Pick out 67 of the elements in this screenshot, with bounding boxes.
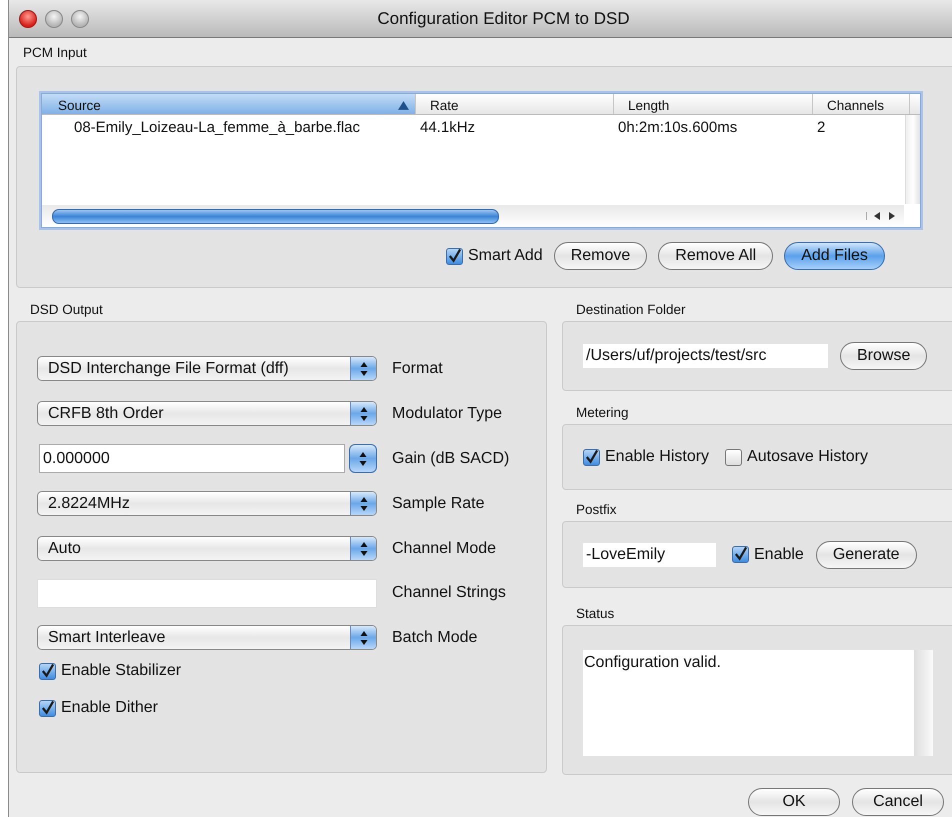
popup-menu[interactable]: 2.8224MHz: [37, 491, 377, 516]
checkbox-label: Enable: [754, 546, 804, 564]
push-button[interactable]: Remove: [554, 242, 648, 270]
field-label: Gain (dB SACD): [392, 450, 510, 468]
push-button[interactable]: OK: [748, 788, 840, 816]
checkbox-label: Enable History: [605, 448, 710, 466]
input-field[interactable]: /Users/uf/projects/test/src: [583, 344, 828, 368]
group-title: DSD Output: [29, 302, 104, 319]
field-label: Channel Strings: [392, 584, 506, 602]
checkbox-label: Autosave History: [747, 448, 868, 466]
scroll-right-icon[interactable]: [888, 212, 896, 220]
checkbox-label: Smart Add: [468, 247, 543, 265]
vertical-scrollbar[interactable]: [914, 650, 933, 756]
push-button[interactable]: Add Files: [784, 242, 885, 270]
up-down-arrows-icon: [358, 404, 368, 422]
close-button[interactable]: [19, 10, 37, 28]
popup-menu[interactable]: DSD Interchange File Format (dff): [37, 356, 377, 381]
table-cell-text: 0h:2m:10s.600ms: [617, 118, 738, 136]
checkbox[interactable]: [732, 546, 749, 563]
table-cell-text: 2: [816, 118, 826, 136]
checkbox-label: Enable Stabilizer: [61, 662, 182, 680]
checkbox[interactable]: [725, 448, 742, 466]
column-header[interactable]: Length: [614, 94, 813, 114]
group-title: Postfix: [575, 502, 618, 519]
browse-button[interactable]: Browse: [840, 342, 928, 370]
column-header[interactable]: Rate: [416, 94, 614, 114]
table-cell-text: 08-Emily_Loizeau-La_femme_à_barbe.flac: [73, 118, 361, 136]
generate-button[interactable]: Generate: [816, 540, 917, 568]
popup-menu[interactable]: CRFB 8th Order: [37, 401, 377, 426]
column-header[interactable]: Channels: [813, 94, 910, 114]
field-label: Format: [392, 360, 443, 378]
table-cell-text: 44.1kHz: [419, 118, 476, 136]
up-down-arrows-icon: [358, 450, 368, 468]
up-down-arrows-icon: [358, 494, 368, 512]
zoom-button[interactable]: [71, 10, 89, 28]
up-down-arrows-icon: [358, 360, 368, 378]
group-title: Destination Folder: [575, 302, 687, 319]
field-label: Channel Mode: [392, 540, 496, 558]
status-message: Configuration valid.: [583, 653, 721, 673]
checkbox[interactable]: [39, 700, 56, 716]
checkbox[interactable]: [446, 248, 463, 264]
vertical-scrollbar[interactable]: [905, 115, 920, 204]
field-label: Modulator Type: [392, 404, 502, 422]
input-field[interactable]: -LoveEmily: [583, 542, 716, 566]
up-down-arrows-icon: [358, 628, 368, 646]
horizontal-scrollbar[interactable]: [42, 205, 904, 227]
push-button[interactable]: Remove All: [658, 242, 774, 270]
field-label: Sample Rate: [392, 494, 484, 512]
push-button[interactable]: Cancel: [852, 788, 944, 816]
input-field[interactable]: [37, 578, 377, 608]
input-field[interactable]: 0.000000: [39, 444, 345, 473]
minimize-button[interactable]: [45, 10, 63, 28]
scroll-left-icon[interactable]: [873, 212, 881, 220]
group-title: Metering: [575, 405, 630, 422]
popup-menu[interactable]: Smart Interleave: [37, 625, 377, 650]
window-title: Configuration Editor PCM to DSD: [377, 8, 630, 28]
group-title: PCM Input: [22, 45, 88, 62]
stepper[interactable]: [349, 444, 377, 473]
checkbox[interactable]: [583, 448, 600, 466]
checkbox-label: Enable Dither: [61, 699, 158, 717]
field-label: Batch Mode: [392, 628, 478, 646]
sort-ascending-icon: [398, 100, 409, 110]
popup-menu[interactable]: Auto: [37, 536, 377, 561]
checkbox[interactable]: [39, 662, 56, 680]
column-header[interactable]: Source: [42, 94, 416, 114]
group-title: Status: [575, 606, 616, 623]
up-down-arrows-icon: [358, 540, 368, 558]
